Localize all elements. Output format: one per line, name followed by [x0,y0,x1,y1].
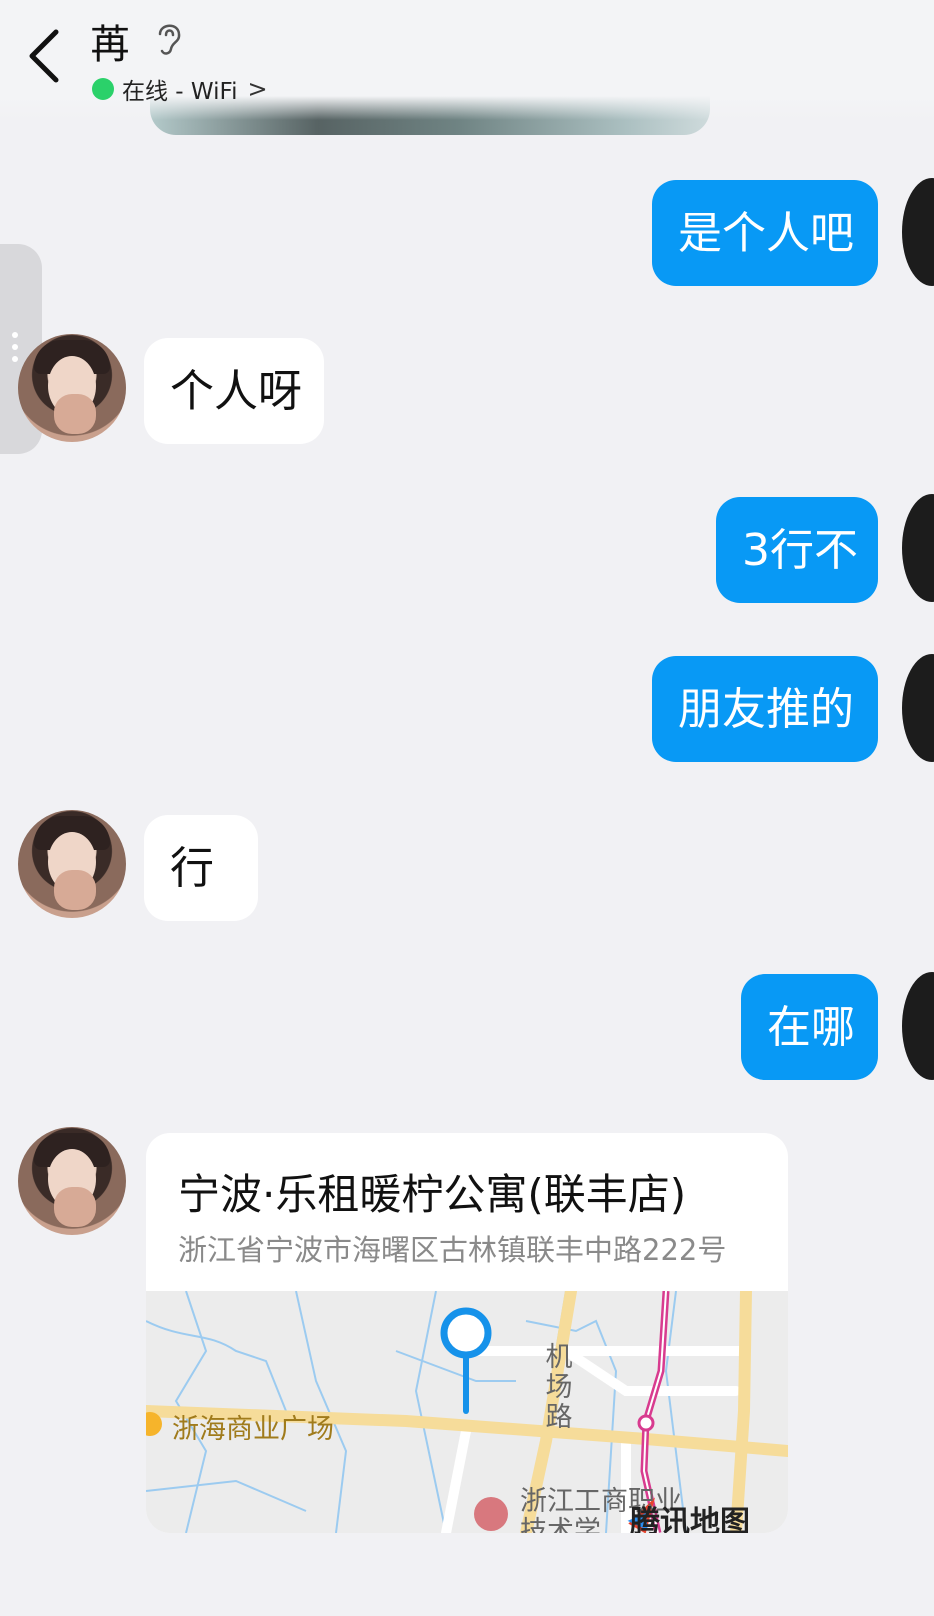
map-preview[interactable]: 浙海商业广场 机 场 路 浙江工商职业 技术学 腾讯地图 [146,1291,788,1533]
message-bubble-incoming[interactable]: 行 [144,815,258,921]
location-message-card[interactable]: 宁波·乐租暖柠公寓(联丰店) 浙江省宁波市海曙区古林镇联丰中路222号 浙海商业… [146,1133,788,1533]
map-pin-icon [440,1307,492,1414]
online-dot-icon [92,78,114,100]
self-avatar[interactable] [902,178,934,286]
status-text: 在线 - WiFi [122,79,238,105]
chevron-right-icon: > [247,75,268,103]
map-provider-logo: 腾讯地图 [630,1505,750,1533]
chat-header: 苒 在线 - WiFi > [0,0,934,140]
message-bubble-incoming[interactable]: 个人呀 [144,338,324,444]
map-poi-label: 技术学 [520,1516,601,1533]
contact-name[interactable]: 苒 [90,12,130,70]
self-avatar[interactable] [902,654,934,762]
location-address: 浙江省宁波市海曙区古林镇联丰中路222号 [178,1233,727,1267]
message-bubble-outgoing[interactable]: 3行不 [716,497,878,603]
location-name: 宁波·乐租暖柠公寓(联丰店) [178,1170,687,1219]
message-bubble-outgoing[interactable]: 在哪 [741,974,878,1080]
online-status[interactable]: 在线 - WiFi > [92,72,268,106]
self-avatar[interactable] [902,494,934,602]
back-arrow-icon[interactable] [26,26,66,86]
contact-avatar[interactable] [18,1127,126,1235]
contact-avatar[interactable] [18,334,126,442]
more-dots-icon [12,332,18,368]
ear-icon[interactable] [152,18,184,58]
contact-avatar[interactable] [18,810,126,918]
map-poi-label: 浙海商业广场 [172,1414,334,1445]
message-bubble-outgoing[interactable]: 朋友推的 [652,656,878,762]
self-avatar[interactable] [902,972,934,1080]
map-road-label: 机 场 路 [545,1342,573,1433]
message-bubble-outgoing[interactable]: 是个人吧 [652,180,878,286]
